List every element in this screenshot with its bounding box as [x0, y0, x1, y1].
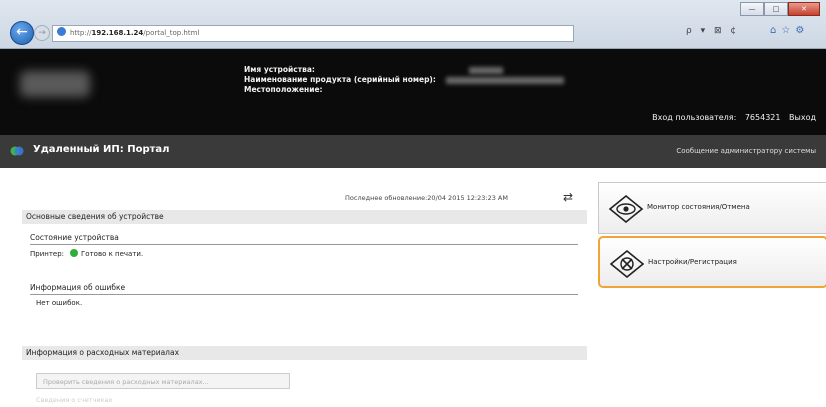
refresh-icon[interactable]: ⇄ — [563, 190, 573, 204]
arrow-right-icon: → — [38, 28, 46, 38]
portal-title-bar: Удаленный ИП: Портал Сообщение администр… — [0, 135, 826, 168]
logout-link[interactable]: Выход — [789, 113, 816, 122]
login-label: Вход пользователя: — [652, 113, 737, 122]
printer-label: Принтер: — [30, 250, 65, 258]
product-name-label: Наименование продукта (серийный номер): — [244, 75, 436, 84]
home-icon[interactable]: ⌂ — [770, 25, 781, 36]
status-monitor-label: Монитор состояния/Отмена — [647, 203, 750, 211]
device-name-value — [468, 67, 503, 74]
product-name-value — [445, 77, 564, 84]
location-label: Местоположение: — [244, 85, 323, 94]
remote-ui-icon — [10, 146, 24, 156]
printer-status: Готово к печати. — [81, 250, 144, 258]
counters-label: Сведения о счетчиках — [36, 396, 113, 404]
last-update-text: Последнее обновление:20/04 2015 12:23:23… — [345, 194, 508, 202]
status-ok-icon — [70, 249, 79, 257]
check-consumables-button[interactable]: Проверить сведения о расходных материала… — [36, 373, 290, 389]
url-host: 192.168.1.24 — [91, 29, 144, 37]
printer-status-row: Принтер: Готово к печати. — [30, 249, 587, 258]
settings-gear-icon — [610, 250, 644, 278]
browser-chrome: — □ ✕ ← → http://192.168.1.24/portal_top… — [0, 0, 826, 49]
device-header: Имя устройства: Наименование продукта (с… — [0, 49, 826, 135]
admin-message-link[interactable]: Сообщение администратору системы — [676, 147, 816, 155]
browser-toolbar-icons[interactable]: ⌂☆⚙ — [770, 25, 809, 36]
gear-icon[interactable]: ⚙ — [795, 25, 809, 36]
forward-button[interactable]: → — [34, 25, 50, 41]
basic-info-header: Основные сведения об устройстве — [22, 210, 587, 224]
main-content: Последнее обновление:20/04 2015 12:23:23… — [0, 168, 826, 407]
address-bar[interactable]: http://192.168.1.24/portal_top.html — [52, 25, 574, 42]
error-info-label: Информация об ошибке — [30, 280, 578, 295]
brand-logo — [20, 71, 90, 97]
device-info: Имя устройства: Наименование продукта (с… — [244, 65, 564, 95]
window-controls: — □ ✕ — [740, 2, 820, 16]
address-tools[interactable]: ρ ▾ ⊠ ¢ — [686, 26, 739, 36]
close-button[interactable]: ✕ — [788, 2, 820, 16]
consumables-section: Информация о расходных материалах — [22, 346, 587, 360]
device-name-label: Имя устройства: — [244, 65, 315, 74]
maximize-button[interactable]: □ — [764, 2, 788, 16]
settings-registration-button[interactable]: Настройки/Регистрация — [598, 236, 826, 288]
error-text: Нет ошибок. — [36, 299, 83, 307]
basic-info-section: Основные сведения об устройстве Состояни… — [22, 210, 587, 307]
url-prefix: http:// — [70, 29, 92, 37]
login-user: 7654321 — [744, 113, 781, 122]
eye-icon — [609, 195, 643, 223]
consumables-header: Информация о расходных материалах — [22, 346, 587, 360]
status-monitor-button[interactable]: Монитор состояния/Отмена — [598, 182, 826, 234]
login-info: Вход пользователя: 7654321 Выход — [646, 113, 816, 122]
device-status-label: Состояние устройства — [30, 230, 578, 245]
page-title: Удаленный ИП: Портал — [33, 144, 170, 155]
arrow-left-icon: ← — [16, 24, 28, 40]
url-path: /portal_top.html — [143, 29, 200, 37]
back-button[interactable]: ← — [10, 21, 34, 45]
minimize-button[interactable]: — — [740, 2, 764, 16]
page-icon — [57, 27, 66, 36]
star-icon[interactable]: ☆ — [781, 25, 795, 36]
settings-registration-label: Настройки/Регистрация — [648, 258, 737, 266]
